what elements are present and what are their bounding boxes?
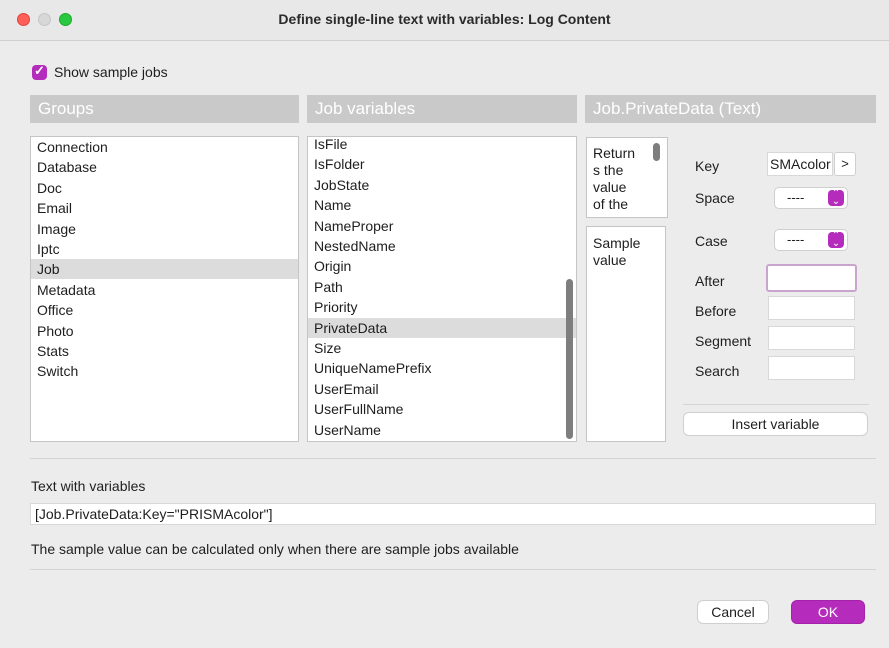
ok-button[interactable]: OK bbox=[791, 600, 865, 624]
group-item-iptc[interactable]: Iptc bbox=[31, 239, 298, 259]
variable-description-line-1: Return bbox=[593, 145, 636, 161]
job-variables-scrollbar[interactable] bbox=[566, 279, 573, 439]
sample-value-message: The sample value can be calculated only … bbox=[31, 541, 519, 557]
group-item-database[interactable]: Database bbox=[31, 157, 298, 177]
job-variable-item-priority[interactable]: Priority bbox=[308, 297, 576, 317]
job-variable-item-size[interactable]: Size bbox=[308, 338, 576, 358]
group-item-metadata[interactable]: Metadata bbox=[31, 280, 298, 300]
before-input[interactable] bbox=[768, 296, 855, 320]
search-label: Search bbox=[695, 363, 740, 379]
job-variables-list[interactable]: UserName UserFullName UserEmail UniqueNameP… bbox=[307, 136, 577, 442]
job-variable-item-jobstate[interactable]: JobState bbox=[308, 175, 576, 195]
description-scrollbar[interactable] bbox=[653, 143, 660, 161]
segment-input[interactable] bbox=[768, 326, 855, 350]
cancel-button[interactable]: Cancel bbox=[697, 600, 769, 624]
insert-variable-button[interactable]: Insert variable bbox=[683, 412, 868, 436]
title-bar: Define single-line text with variables: … bbox=[0, 0, 889, 41]
variable-description-box: Return s the value of the bbox=[586, 137, 668, 218]
group-item-doc[interactable]: Doc bbox=[31, 178, 298, 198]
groups-list[interactable]: Switch Stats Photo Office Metadata Job Iptc Ima… bbox=[30, 136, 299, 442]
key-picker-button[interactable]: > bbox=[834, 152, 856, 176]
sample-value-box: Sample value bbox=[586, 226, 666, 442]
text-with-variables-label: Text with variables bbox=[31, 478, 146, 494]
sample-value-line-2: value bbox=[593, 252, 627, 268]
variable-description-line-4: of the bbox=[593, 196, 629, 212]
job-variable-item-nameproper[interactable]: NameProper bbox=[308, 216, 576, 236]
job-variable-item-privatedata[interactable]: PrivateData bbox=[308, 317, 576, 338]
segment-label: Segment bbox=[695, 333, 752, 349]
show-sample-jobs-label[interactable]: Show sample jobs bbox=[54, 64, 168, 80]
group-item-connection[interactable]: Connection bbox=[31, 137, 298, 157]
space-label: Space bbox=[695, 190, 735, 206]
variable-description-line-3: value bbox=[593, 179, 627, 195]
case-select-value: ---- bbox=[787, 232, 805, 247]
key-label: Key bbox=[695, 158, 720, 174]
job-variable-item-uniquenameprefix[interactable]: UniqueNamePrefix bbox=[308, 358, 576, 378]
job-variable-item-name[interactable]: Name bbox=[308, 195, 576, 215]
job-variables-header: Job variables bbox=[307, 95, 577, 123]
groups-header: Groups bbox=[30, 95, 299, 123]
after-input[interactable] bbox=[766, 264, 857, 292]
after-label: After bbox=[695, 273, 725, 289]
before-label: Before bbox=[695, 303, 737, 319]
group-item-email[interactable]: Email bbox=[31, 198, 298, 218]
variable-description-line-2: s the bbox=[593, 162, 624, 178]
job-variable-item-nestedname[interactable]: NestedName bbox=[308, 236, 576, 256]
text-with-variables-input[interactable]: [Job.PrivateData:Key="PRISMAcolor"] bbox=[30, 503, 876, 525]
window-title: Define single-line text with variables: … bbox=[278, 11, 611, 27]
variable-detail-header: Job.PrivateData (Text) bbox=[585, 95, 876, 123]
job-variable-item-isfile[interactable]: IsFile bbox=[308, 137, 576, 154]
job-variable-item-isfolder[interactable]: IsFolder bbox=[308, 154, 576, 174]
case-select[interactable]: ---- ⌃ ⌄ bbox=[774, 229, 848, 251]
space-select[interactable]: ---- ⌃ ⌄ bbox=[774, 187, 848, 209]
group-item-stats[interactable]: Stats bbox=[31, 341, 298, 361]
group-item-image[interactable]: Image bbox=[31, 219, 298, 239]
show-sample-jobs-checkbox[interactable]: ✓ bbox=[32, 63, 47, 80]
job-variable-item-useremail[interactable]: UserEmail bbox=[308, 379, 576, 399]
group-item-photo[interactable]: Photo bbox=[31, 321, 298, 341]
divider bbox=[683, 404, 869, 405]
group-item-switch[interactable]: Switch bbox=[31, 361, 298, 381]
checkmark-icon: ✓ bbox=[34, 63, 45, 78]
group-item-job[interactable]: Job bbox=[31, 259, 298, 280]
job-variable-item-origin[interactable]: Origin bbox=[308, 256, 576, 276]
job-variable-item-path[interactable]: Path bbox=[308, 277, 576, 297]
dialog-window: Define single-line text with variables: … bbox=[0, 0, 889, 648]
group-item-office[interactable]: Office bbox=[31, 300, 298, 320]
divider bbox=[30, 458, 876, 459]
divider bbox=[30, 569, 876, 570]
updown-chevron-icon: ⌃ ⌄ bbox=[828, 231, 844, 249]
key-input[interactable]: SMAcolor bbox=[767, 152, 833, 176]
job-variable-item-userfullname[interactable]: UserFullName bbox=[308, 399, 576, 419]
search-input[interactable] bbox=[768, 356, 855, 380]
sample-value-line-1: Sample bbox=[593, 235, 641, 251]
space-select-value: ---- bbox=[787, 190, 805, 205]
case-label: Case bbox=[695, 233, 728, 249]
updown-chevron-icon: ⌃ ⌄ bbox=[828, 189, 844, 207]
job-variable-item-username[interactable]: UserName bbox=[308, 420, 576, 440]
